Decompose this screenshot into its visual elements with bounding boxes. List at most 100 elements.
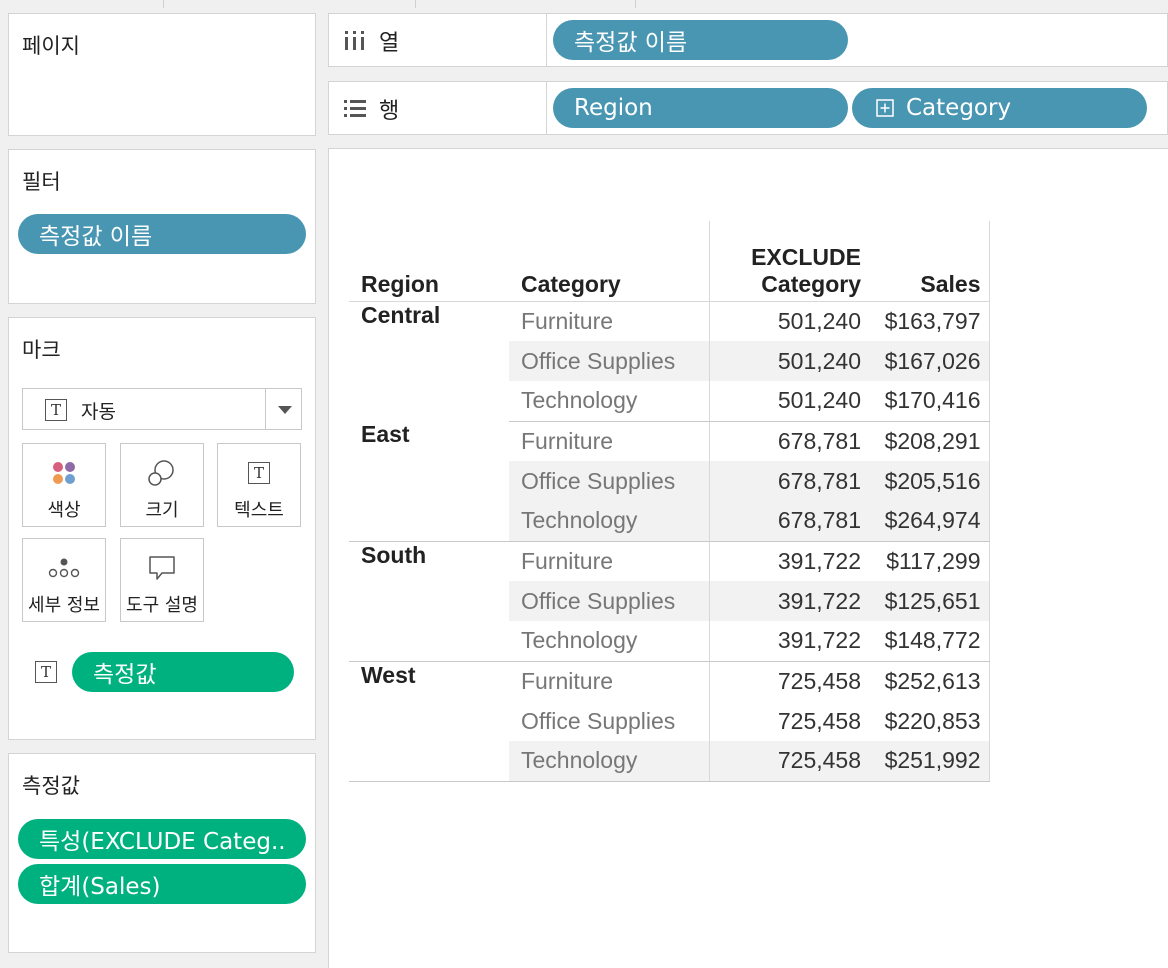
header-exclude-line2: Category xyxy=(761,270,861,297)
strip-divider xyxy=(415,0,416,8)
marks-pill-measure-values[interactable]: 측정값 xyxy=(72,652,294,692)
rows-pill-region[interactable]: Region xyxy=(553,88,848,128)
text-t-icon: T xyxy=(218,458,300,488)
rows-shelf-icon xyxy=(344,100,366,117)
worksheet-view[interactable]: Region Category EXCLUDE Category Sales Ce… xyxy=(328,148,1168,968)
category-cell[interactable]: Office Supplies xyxy=(509,341,709,381)
exclude-value-cell[interactable]: 501,240 xyxy=(708,301,869,341)
marks-title: 마크 xyxy=(22,338,61,362)
category-cell[interactable]: Office Supplies xyxy=(509,701,709,741)
exclude-value-cell[interactable]: 678,781 xyxy=(708,421,869,461)
category-cell[interactable]: Technology xyxy=(509,381,709,422)
category-cell[interactable]: Office Supplies xyxy=(509,581,709,621)
exclude-value-cell[interactable]: 391,722 xyxy=(708,621,869,662)
measure-pill-sum-sales[interactable]: 합계(Sales) xyxy=(18,864,306,904)
rows-pill-category[interactable]: Category xyxy=(852,88,1147,128)
header-exclude-line1: EXCLUDE xyxy=(751,243,861,270)
header-category[interactable]: Category xyxy=(509,221,709,302)
chevron-down-icon[interactable] xyxy=(278,406,292,414)
dropdown-divider xyxy=(265,389,266,429)
expand-plus-icon[interactable] xyxy=(876,99,894,117)
region-cell[interactable]: West xyxy=(349,661,509,782)
region-cell[interactable]: Central xyxy=(349,301,509,421)
category-cell[interactable]: Technology xyxy=(509,501,709,542)
color-dots-icon xyxy=(23,458,105,488)
filters-title: 필터 xyxy=(22,170,61,194)
exclude-value-cell[interactable]: 501,240 xyxy=(708,381,869,422)
exclude-value-cell[interactable]: 501,240 xyxy=(708,341,869,381)
strip-divider xyxy=(635,0,636,8)
exclude-value-cell[interactable]: 725,458 xyxy=(708,661,869,701)
header-region[interactable]: Region xyxy=(349,221,509,302)
rows-pill-category-label: Category xyxy=(906,95,1012,121)
sales-value-cell[interactable]: $205,516 xyxy=(869,461,990,501)
sales-value-cell[interactable]: $167,026 xyxy=(869,341,990,381)
color-button-label: 색상 xyxy=(47,500,81,521)
table-row: East Furniture 678,781 $208,291 xyxy=(349,421,990,542)
table-row: Central Furniture 501,240 $163,797 xyxy=(349,301,990,341)
text-mark-icon: T xyxy=(45,399,67,421)
header-row: Region Category EXCLUDE Category Sales xyxy=(349,221,990,302)
exclude-value-cell[interactable]: 678,781 xyxy=(708,501,869,542)
size-button[interactable]: 크기 xyxy=(120,443,204,527)
detail-button-label: 세부 정보 xyxy=(28,595,100,616)
category-cell[interactable]: Furniture xyxy=(509,301,709,341)
text-button[interactable]: T 텍스트 xyxy=(217,443,301,527)
color-button[interactable]: 색상 xyxy=(22,443,106,527)
rows-shelf[interactable]: 행 Region Category xyxy=(328,81,1168,135)
top-toolbar-strip xyxy=(0,0,1168,8)
region-cell[interactable]: South xyxy=(349,541,509,662)
text-t-icon: T xyxy=(248,462,270,484)
sales-value-cell[interactable]: $125,651 xyxy=(869,581,990,621)
exclude-value-cell[interactable]: 725,458 xyxy=(708,701,869,741)
sales-value-cell[interactable]: $220,853 xyxy=(869,701,990,741)
category-cell[interactable]: Office Supplies xyxy=(509,461,709,501)
rows-shelf-name: 행 xyxy=(379,99,400,124)
sales-value-cell[interactable]: $208,291 xyxy=(869,421,990,461)
sales-value-cell[interactable]: $117,299 xyxy=(869,541,990,581)
category-cell[interactable]: Furniture xyxy=(509,421,709,461)
detail-dots-icon xyxy=(23,553,105,583)
category-cell[interactable]: Technology xyxy=(509,621,709,662)
header-sales[interactable]: Sales xyxy=(869,221,990,302)
rows-shelf-label: 행 xyxy=(329,82,547,134)
size-button-label: 크기 xyxy=(145,500,179,521)
table-row: South Furniture 391,722 $117,299 xyxy=(349,541,990,662)
sales-value-cell[interactable]: $252,613 xyxy=(869,661,990,701)
mark-type-value: 자동 xyxy=(81,401,116,423)
exclude-value-cell[interactable]: 391,722 xyxy=(708,581,869,621)
filters-card[interactable]: 필터 측정값 이름 xyxy=(8,149,316,304)
columns-pill-measure-names[interactable]: 측정값 이름 xyxy=(553,20,848,60)
measure-values-title: 측정값 xyxy=(22,774,80,798)
filter-pill-measure-names[interactable]: 측정값 이름 xyxy=(18,214,306,254)
exclude-value-cell[interactable]: 678,781 xyxy=(708,461,869,501)
region-cell[interactable]: East xyxy=(349,421,509,542)
columns-shelf-icon xyxy=(345,31,364,50)
category-cell[interactable]: Technology xyxy=(509,741,709,782)
sales-value-cell[interactable]: $148,772 xyxy=(869,621,990,662)
marks-card: 마크 T 자동 색상 크기 T 텍스트 세부 정보 도구 설명 T 측정값 xyxy=(8,317,316,740)
sales-value-cell[interactable]: $163,797 xyxy=(869,301,990,341)
sales-value-cell[interactable]: $251,992 xyxy=(869,741,990,782)
detail-button[interactable]: 세부 정보 xyxy=(22,538,106,622)
category-cell[interactable]: Furniture xyxy=(509,541,709,581)
header-exclude-category[interactable]: EXCLUDE Category xyxy=(708,221,869,302)
sales-value-cell[interactable]: $170,416 xyxy=(869,381,990,422)
sales-value-cell[interactable]: $264,974 xyxy=(869,501,990,542)
exclude-value-cell[interactable]: 391,722 xyxy=(708,541,869,581)
columns-shelf[interactable]: 열 측정값 이름 xyxy=(328,13,1168,67)
category-cell[interactable]: Furniture xyxy=(509,661,709,701)
tooltip-button[interactable]: 도구 설명 xyxy=(120,538,204,622)
mark-type-dropdown[interactable]: T 자동 xyxy=(22,388,302,430)
text-button-label: 텍스트 xyxy=(234,500,284,521)
table-row: West Furniture 725,458 $252,613 xyxy=(349,661,990,782)
exclude-value-cell[interactable]: 725,458 xyxy=(708,741,869,782)
pages-title: 페이지 xyxy=(22,34,80,58)
crosstab-table: Region Category EXCLUDE Category Sales Ce… xyxy=(349,221,990,782)
tooltip-bubble-icon xyxy=(121,553,203,583)
pages-card[interactable]: 페이지 xyxy=(8,13,316,136)
measure-pill-exclude-category[interactable]: 특성(EXCLUDE Categ.. xyxy=(18,819,306,859)
text-encoding-icon[interactable]: T xyxy=(35,661,57,683)
tooltip-button-label: 도구 설명 xyxy=(126,595,198,616)
measure-values-card[interactable]: 측정값 특성(EXCLUDE Categ.. 합계(Sales) xyxy=(8,753,316,953)
